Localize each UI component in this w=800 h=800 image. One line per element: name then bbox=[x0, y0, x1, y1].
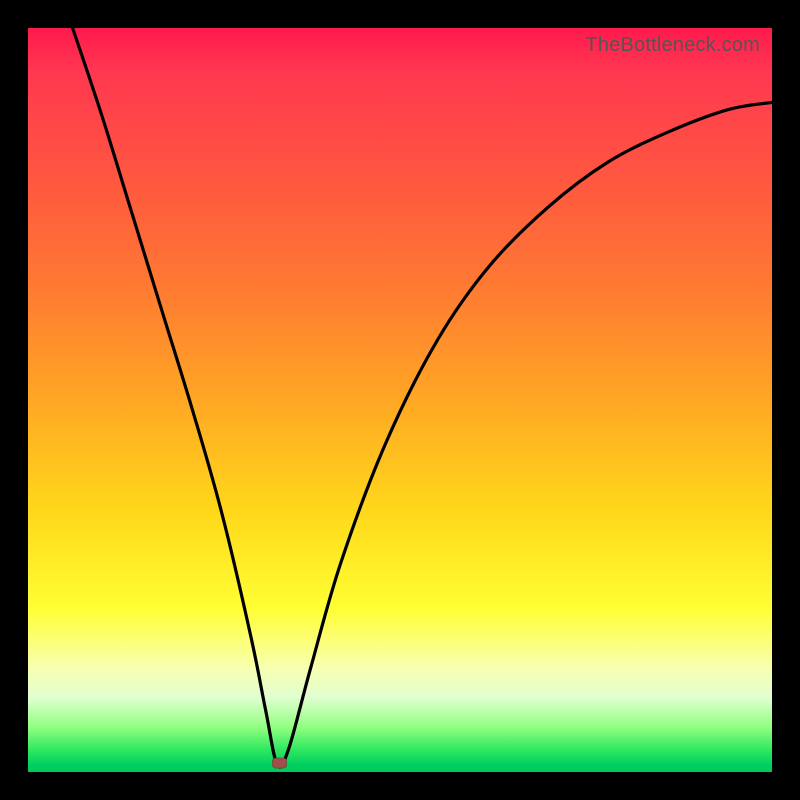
minimum-marker bbox=[273, 758, 287, 768]
bottleneck-curve bbox=[28, 28, 772, 772]
curve-path bbox=[73, 28, 772, 767]
chart-frame: TheBottleneck.com bbox=[0, 0, 800, 800]
plot-area: TheBottleneck.com bbox=[28, 28, 772, 772]
